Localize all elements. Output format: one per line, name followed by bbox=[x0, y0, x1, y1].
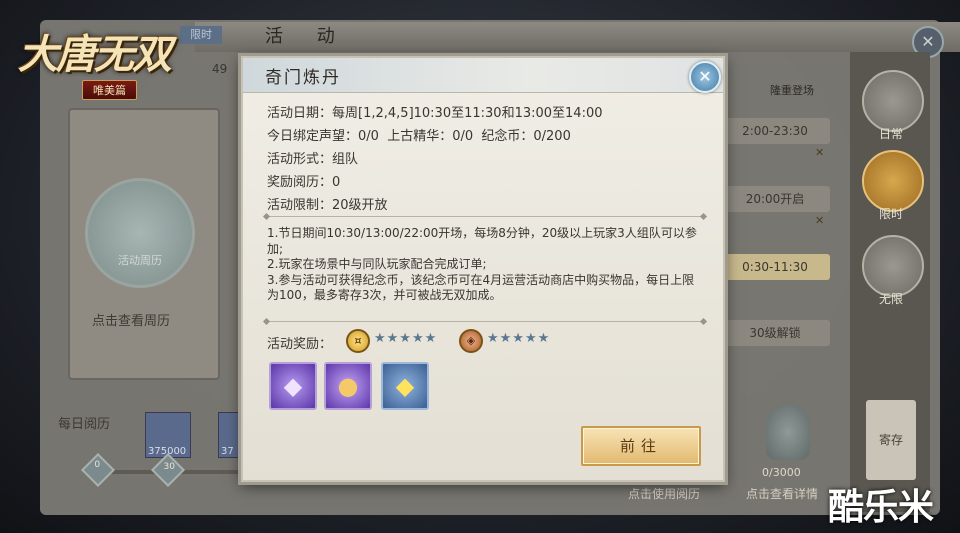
close-icon[interactable]: ✕ bbox=[689, 61, 721, 93]
background-header: 活 动 bbox=[195, 22, 960, 52]
info-date: 活动日期：每周[1,2,4,5]10:30至11:30和13:00至14:00 bbox=[267, 102, 603, 121]
use-experience-link[interactable]: 点击使用阅历 bbox=[628, 485, 700, 502]
reward-stars: ★★★★★ bbox=[487, 331, 551, 346]
info-value: 0/0 上古精华：0/0 纪念币：0/200 bbox=[358, 129, 571, 144]
tab-unlimited[interactable]: 无限 bbox=[862, 290, 920, 307]
activity-row[interactable]: 30级解锁 bbox=[720, 320, 830, 346]
info-value: 每周[1,2,4,5]10:30至11:30和13:00至14:00 bbox=[332, 106, 603, 121]
yellow-gem-icon[interactable]: ◆ bbox=[381, 362, 429, 410]
background-top-right-text: 隆重登场 bbox=[770, 84, 814, 97]
vase-icon[interactable] bbox=[766, 404, 810, 460]
activity-row[interactable]: 0:30-11:30 bbox=[720, 254, 830, 280]
unlimited-tab-icon[interactable] bbox=[862, 235, 924, 297]
reward-label: 活动奖励： bbox=[267, 337, 333, 352]
daily-item[interactable]: 375000 bbox=[145, 412, 191, 458]
info-label: 活动限制： bbox=[267, 198, 333, 213]
rule-line: 3.参与活动可获得纪念币，该纪念币可在4月运营活动商店中购买物品，每日上限为10… bbox=[267, 272, 695, 303]
daily-tab-icon[interactable] bbox=[862, 70, 924, 132]
info-progress: 今日绑定声望：0/0 上古精华：0/0 纪念币：0/200 bbox=[267, 125, 571, 144]
daily-item-value: 37 bbox=[221, 446, 234, 457]
info-label: 奖励阅历： bbox=[267, 175, 333, 190]
daily-experience-label: 每日阅历 bbox=[58, 417, 111, 432]
info-format: 活动形式：组队 bbox=[267, 148, 358, 167]
info-label: 活动日期： bbox=[267, 106, 333, 121]
activity-dialog: 奇门炼丹 ✕ 活动日期：每周[1,2,4,5]10:30至11:30和13:00… bbox=[241, 56, 725, 482]
view-details-link[interactable]: 点击查看详情 bbox=[746, 485, 818, 502]
store-button[interactable]: 寄存 bbox=[866, 400, 916, 480]
copper-coin-icon[interactable]: ◈ bbox=[459, 329, 483, 353]
background-badge: 49 bbox=[212, 62, 228, 76]
divider bbox=[267, 321, 703, 322]
activity-row[interactable]: 20:00开启 bbox=[720, 186, 830, 212]
go-button[interactable]: 前往 bbox=[581, 426, 701, 466]
info-restriction: 活动限制：20级开放 bbox=[267, 194, 388, 213]
rule-line: 1.节日期间10:30/13:00/22:00开场，每场8分钟，20级以上玩家3… bbox=[267, 226, 697, 256]
activity-row[interactable]: 2:00-23:30 bbox=[720, 118, 830, 144]
close-icon: ✕ bbox=[815, 146, 825, 159]
tab-limited[interactable]: 限时 bbox=[862, 205, 920, 222]
calendar-icon[interactable]: 活动周历 bbox=[85, 178, 195, 288]
weekly-calendar-label: 点击查看周历 bbox=[92, 314, 171, 329]
vase-count: 0/3000 bbox=[762, 466, 801, 479]
dialog-title: 奇门炼丹 bbox=[265, 68, 341, 88]
progress-marker-label: 0 bbox=[94, 459, 101, 470]
dialog-titlebar: 奇门炼丹 ✕ bbox=[243, 58, 723, 93]
tab-daily[interactable]: 日常 bbox=[862, 125, 920, 142]
purple-crystal-icon[interactable]: ◆ bbox=[269, 362, 317, 410]
info-label: 今日绑定声望： bbox=[267, 129, 359, 144]
limited-tab-icon[interactable] bbox=[862, 150, 924, 212]
rules-text: 1.节日期间10:30/13:00/22:00开场，每场8分钟，20级以上玩家3… bbox=[267, 226, 701, 304]
info-reward-experience: 奖励阅历：0 bbox=[267, 171, 340, 190]
logo-subtitle: 唯美篇 bbox=[82, 80, 137, 100]
calendar-circle-label: 活动周历 bbox=[118, 254, 162, 267]
rule-line: 2.玩家在场景中与同队玩家配合完成订单; bbox=[267, 257, 487, 271]
reward-stars: ★★★★★ bbox=[374, 331, 438, 346]
close-icon: ✕ bbox=[815, 214, 825, 227]
gold-coin-icon[interactable]: ¤ bbox=[346, 329, 370, 353]
gold-medallion-icon[interactable]: ● bbox=[324, 362, 372, 410]
game-logo: 大唐无双 唯美篇 bbox=[18, 20, 208, 100]
info-value: 20级开放 bbox=[332, 198, 388, 213]
progress-marker-label: 30 bbox=[163, 461, 175, 472]
logo-title: 大唐无双 bbox=[18, 31, 172, 78]
divider bbox=[267, 216, 703, 217]
info-value: 0 bbox=[332, 175, 341, 190]
info-label: 活动形式： bbox=[267, 152, 333, 167]
watermark: 酷乐米 bbox=[828, 487, 934, 528]
info-value: 组队 bbox=[332, 152, 359, 167]
